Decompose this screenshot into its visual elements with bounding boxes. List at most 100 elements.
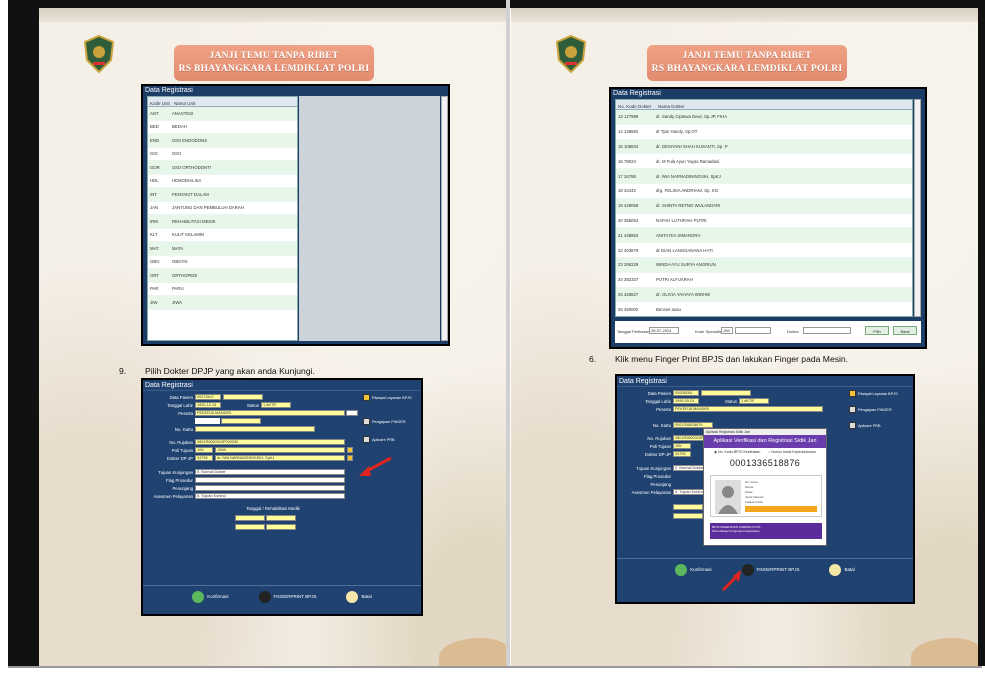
police-emblem-icon xyxy=(555,34,587,74)
field-asesmen-pelayanan[interactable]: 5. Tujuan Kontrol xyxy=(195,493,345,499)
option-nik[interactable]: ○ Nomor Induk Kependudukan xyxy=(768,450,816,454)
list-item[interactable]: 23 286229 WINDA AYU SURYA ANGRIUN xyxy=(616,257,912,273)
list-item[interactable]: BED BEDAH xyxy=(148,121,297,134)
field-rehab-1[interactable] xyxy=(673,504,703,510)
list-item[interactable]: 13 127999 dr. Sandy Ciptawa Dewi, Sp.JP, … xyxy=(616,110,912,125)
field-kode-spesialis[interactable]: JIW xyxy=(721,327,733,334)
option-no-kartu[interactable]: ◉ No. Kartu BPJS Kesehatan xyxy=(714,450,760,454)
list-item[interactable]: JIW JIWA xyxy=(148,296,297,310)
list-scrollbar[interactable] xyxy=(914,99,921,317)
list-item[interactable]: 22 403879 dr DIAN LANGGANANA HATI xyxy=(616,243,912,258)
step-9-instruction: 9. Pilih Dokter DPJP yang akan anda Kunju… xyxy=(119,366,315,376)
fingerprint-bpjs-button[interactable]: FINGERPRINT BPJS xyxy=(258,590,316,603)
field-peserta[interactable]: PEKERJA MANDIRI xyxy=(673,406,823,412)
field-dokter[interactable] xyxy=(803,327,851,334)
list-scrollbar[interactable] xyxy=(441,96,448,341)
list-item[interactable]: 25 428827 dr. OLIVIA YAVIAYA WIDHIE xyxy=(616,287,912,303)
batal-button[interactable]: Batal xyxy=(346,590,372,603)
field-data-pasien[interactable]: 00008284 xyxy=(673,390,699,396)
batal-list-button[interactable]: Batal xyxy=(893,326,917,335)
list-item[interactable]: 20 355053 NAFAH LUTHFIAH PUTRI xyxy=(616,214,912,229)
unit-list[interactable]: Kode Unit Nama Unit ANT ANASTESI BED BEDAH EN… xyxy=(147,96,298,341)
field-data-pasien-2[interactable] xyxy=(223,394,263,400)
doctor-list[interactable]: No. Kode Dokter Nama Dokter 13 127999 dr. … xyxy=(615,99,913,317)
field-no-rujukan[interactable]: 0801R0060024P000030 xyxy=(195,439,345,445)
list-item[interactable]: IRM REHABILITASI MEDIK xyxy=(148,215,297,229)
fingerprint-bpjs-button[interactable]: FINGERPRINT BPJS xyxy=(741,563,799,576)
patient-info: No. Kartu Nama Kelas Jenis Kelamin Faskes Pe… xyxy=(745,480,764,505)
field-poli-nama[interactable]: JIWA xyxy=(215,447,345,453)
field-peserta[interactable]: PEKERJA MANDIRI xyxy=(195,410,345,416)
doctor-code: 22 403879 xyxy=(618,247,639,253)
list-item[interactable]: 16 78024 dr. M Fula Ayun Yayas Ramadani xyxy=(616,154,912,170)
aplicare-button[interactable]: Aplicare PRB xyxy=(849,422,881,429)
konfirmasi-button[interactable]: Konfirmasi xyxy=(675,563,712,576)
field-data-pasien-2[interactable] xyxy=(701,390,751,396)
unit-name: PENYAKIT DALAM xyxy=(172,191,209,197)
field-peserta-extra[interactable] xyxy=(221,418,261,424)
list-empty-area xyxy=(299,96,440,341)
field-penunjang[interactable] xyxy=(195,485,345,491)
aplicare-button[interactable]: Aplicare PRB xyxy=(363,436,395,443)
field-rehab-2[interactable] xyxy=(673,513,703,519)
field-tanggal-lahir[interactable]: 1992-12-24 xyxy=(195,402,221,408)
title-line-2: RS BHAYANGKARA LEMDIKLAT POLRI xyxy=(178,64,370,74)
dokter-lookup-button[interactable] xyxy=(347,455,353,461)
field-poli-tujuan[interactable]: JIW xyxy=(195,447,213,453)
unit-list-window: Data Registrasi Kode Unit Nama Unit ANT AN… xyxy=(141,84,450,346)
list-item[interactable]: 24 382337 PUTRI ALFUARAH xyxy=(616,273,912,288)
konfirmasi-button[interactable]: Konfirmasi xyxy=(192,590,229,603)
list-item[interactable]: 14 138682 dr Tjan Handy, Sp.OT xyxy=(616,125,912,140)
list-item[interactable]: PAR PARU xyxy=(148,283,297,296)
field-dokter-kode[interactable]: 34795 xyxy=(195,455,213,461)
label-no-kartu: No. Kartu xyxy=(652,423,671,428)
doctor-list-window: Data Registrasi No. Kode Dokter Nama Dokt… xyxy=(609,87,927,349)
field-status[interactable]: 1 AKTIF xyxy=(739,398,769,404)
field-tanggal-lahir[interactable]: 1999-05-01 xyxy=(673,398,699,404)
poli-lookup-button[interactable] xyxy=(347,447,353,453)
batal-button[interactable]: Batal xyxy=(829,563,855,576)
list-item[interactable]: INT PENYAKIT DALAM xyxy=(148,188,297,202)
list-item[interactable]: KLT KULIT KELAMIN xyxy=(148,229,297,242)
list-item[interactable]: 19 428068 dr. SHINTA RETNO WULANDARI xyxy=(616,198,912,214)
field-dokter-nama[interactable]: dr. IWA NARNADININGSIH, SpKJ xyxy=(215,455,345,461)
pengajuan-finger-button[interactable]: Pengajuan FINGER xyxy=(363,418,406,425)
field-rehab-3[interactable] xyxy=(235,524,265,530)
list-item[interactable]: JAN JANTUNG DAN PEMBULUH DARAH xyxy=(148,202,297,215)
list-item[interactable]: 15 108834 dr. DESIYANI SHAH KUSANTI, Sp. … xyxy=(616,139,912,155)
field-no-kartu[interactable] xyxy=(195,426,315,432)
list-item[interactable]: 26 450002 Benniel asau xyxy=(616,302,912,316)
field-flag-prosedur[interactable] xyxy=(195,477,345,483)
label-kode-spesialis: Kode Spesialis xyxy=(695,329,722,334)
field-status[interactable]: 1 AKTIF xyxy=(261,402,291,408)
field-rehab-2[interactable] xyxy=(266,515,296,521)
pengajuan-finger-button[interactable]: Pengajuan FINGER xyxy=(849,406,892,413)
field-rehab-4[interactable] xyxy=(266,524,296,530)
list-item[interactable]: ORT ORTHOPEDI xyxy=(148,269,297,283)
field-poli-tujuan[interactable]: JIW xyxy=(673,443,691,449)
list-item[interactable]: HDL HEMODIALISA xyxy=(148,175,297,188)
finger-icon xyxy=(849,406,856,413)
title-banner: JANJI TEMU TANPA RIBET RS BHAYANGKARA LE… xyxy=(647,45,847,81)
list-item[interactable]: 17 34795 dr. IWA NARNADININGSIH, SpKJ xyxy=(616,169,912,184)
list-item[interactable]: OBG OBGYN xyxy=(148,256,297,269)
riwayat-layanan-button[interactable]: Riwayat Layanan BPJS xyxy=(849,390,898,397)
list-item[interactable]: ANT ANASTESI xyxy=(148,107,297,121)
list-item[interactable]: END GIGI ENDODONS xyxy=(148,134,297,148)
field-rehab-1[interactable] xyxy=(235,515,265,521)
cancel-icon xyxy=(829,563,842,576)
field-dokter-kode[interactable]: 34795 xyxy=(673,451,691,457)
list-item[interactable]: GOR GIGI ORTHODONTI xyxy=(148,161,297,175)
list-item[interactable]: 18 34442 drg. FELISIA ANDRIANI, Sp. KG xyxy=(616,184,912,199)
field-tujuan-kunjungan[interactable]: 0. Normal Dokter xyxy=(195,469,345,475)
field-peserta-select[interactable] xyxy=(346,410,358,416)
field-tanggal-periksa[interactable]: 28-07-2024 xyxy=(649,327,679,334)
pilih-button[interactable]: Pilih xyxy=(865,326,889,335)
list-item[interactable]: MAT MATA xyxy=(148,242,297,256)
list-item[interactable]: 21 438863 ANITA RIA SIMANORA xyxy=(616,228,912,244)
field-data-pasien[interactable]: 00072647 xyxy=(195,394,221,400)
list-item[interactable]: GIG GIGI xyxy=(148,148,297,161)
doctor-code: 23 286229 xyxy=(618,262,639,268)
riwayat-layanan-button[interactable]: Riwayat Layanan BPJS xyxy=(363,394,412,401)
field-spesialis-nama[interactable] xyxy=(735,327,771,334)
